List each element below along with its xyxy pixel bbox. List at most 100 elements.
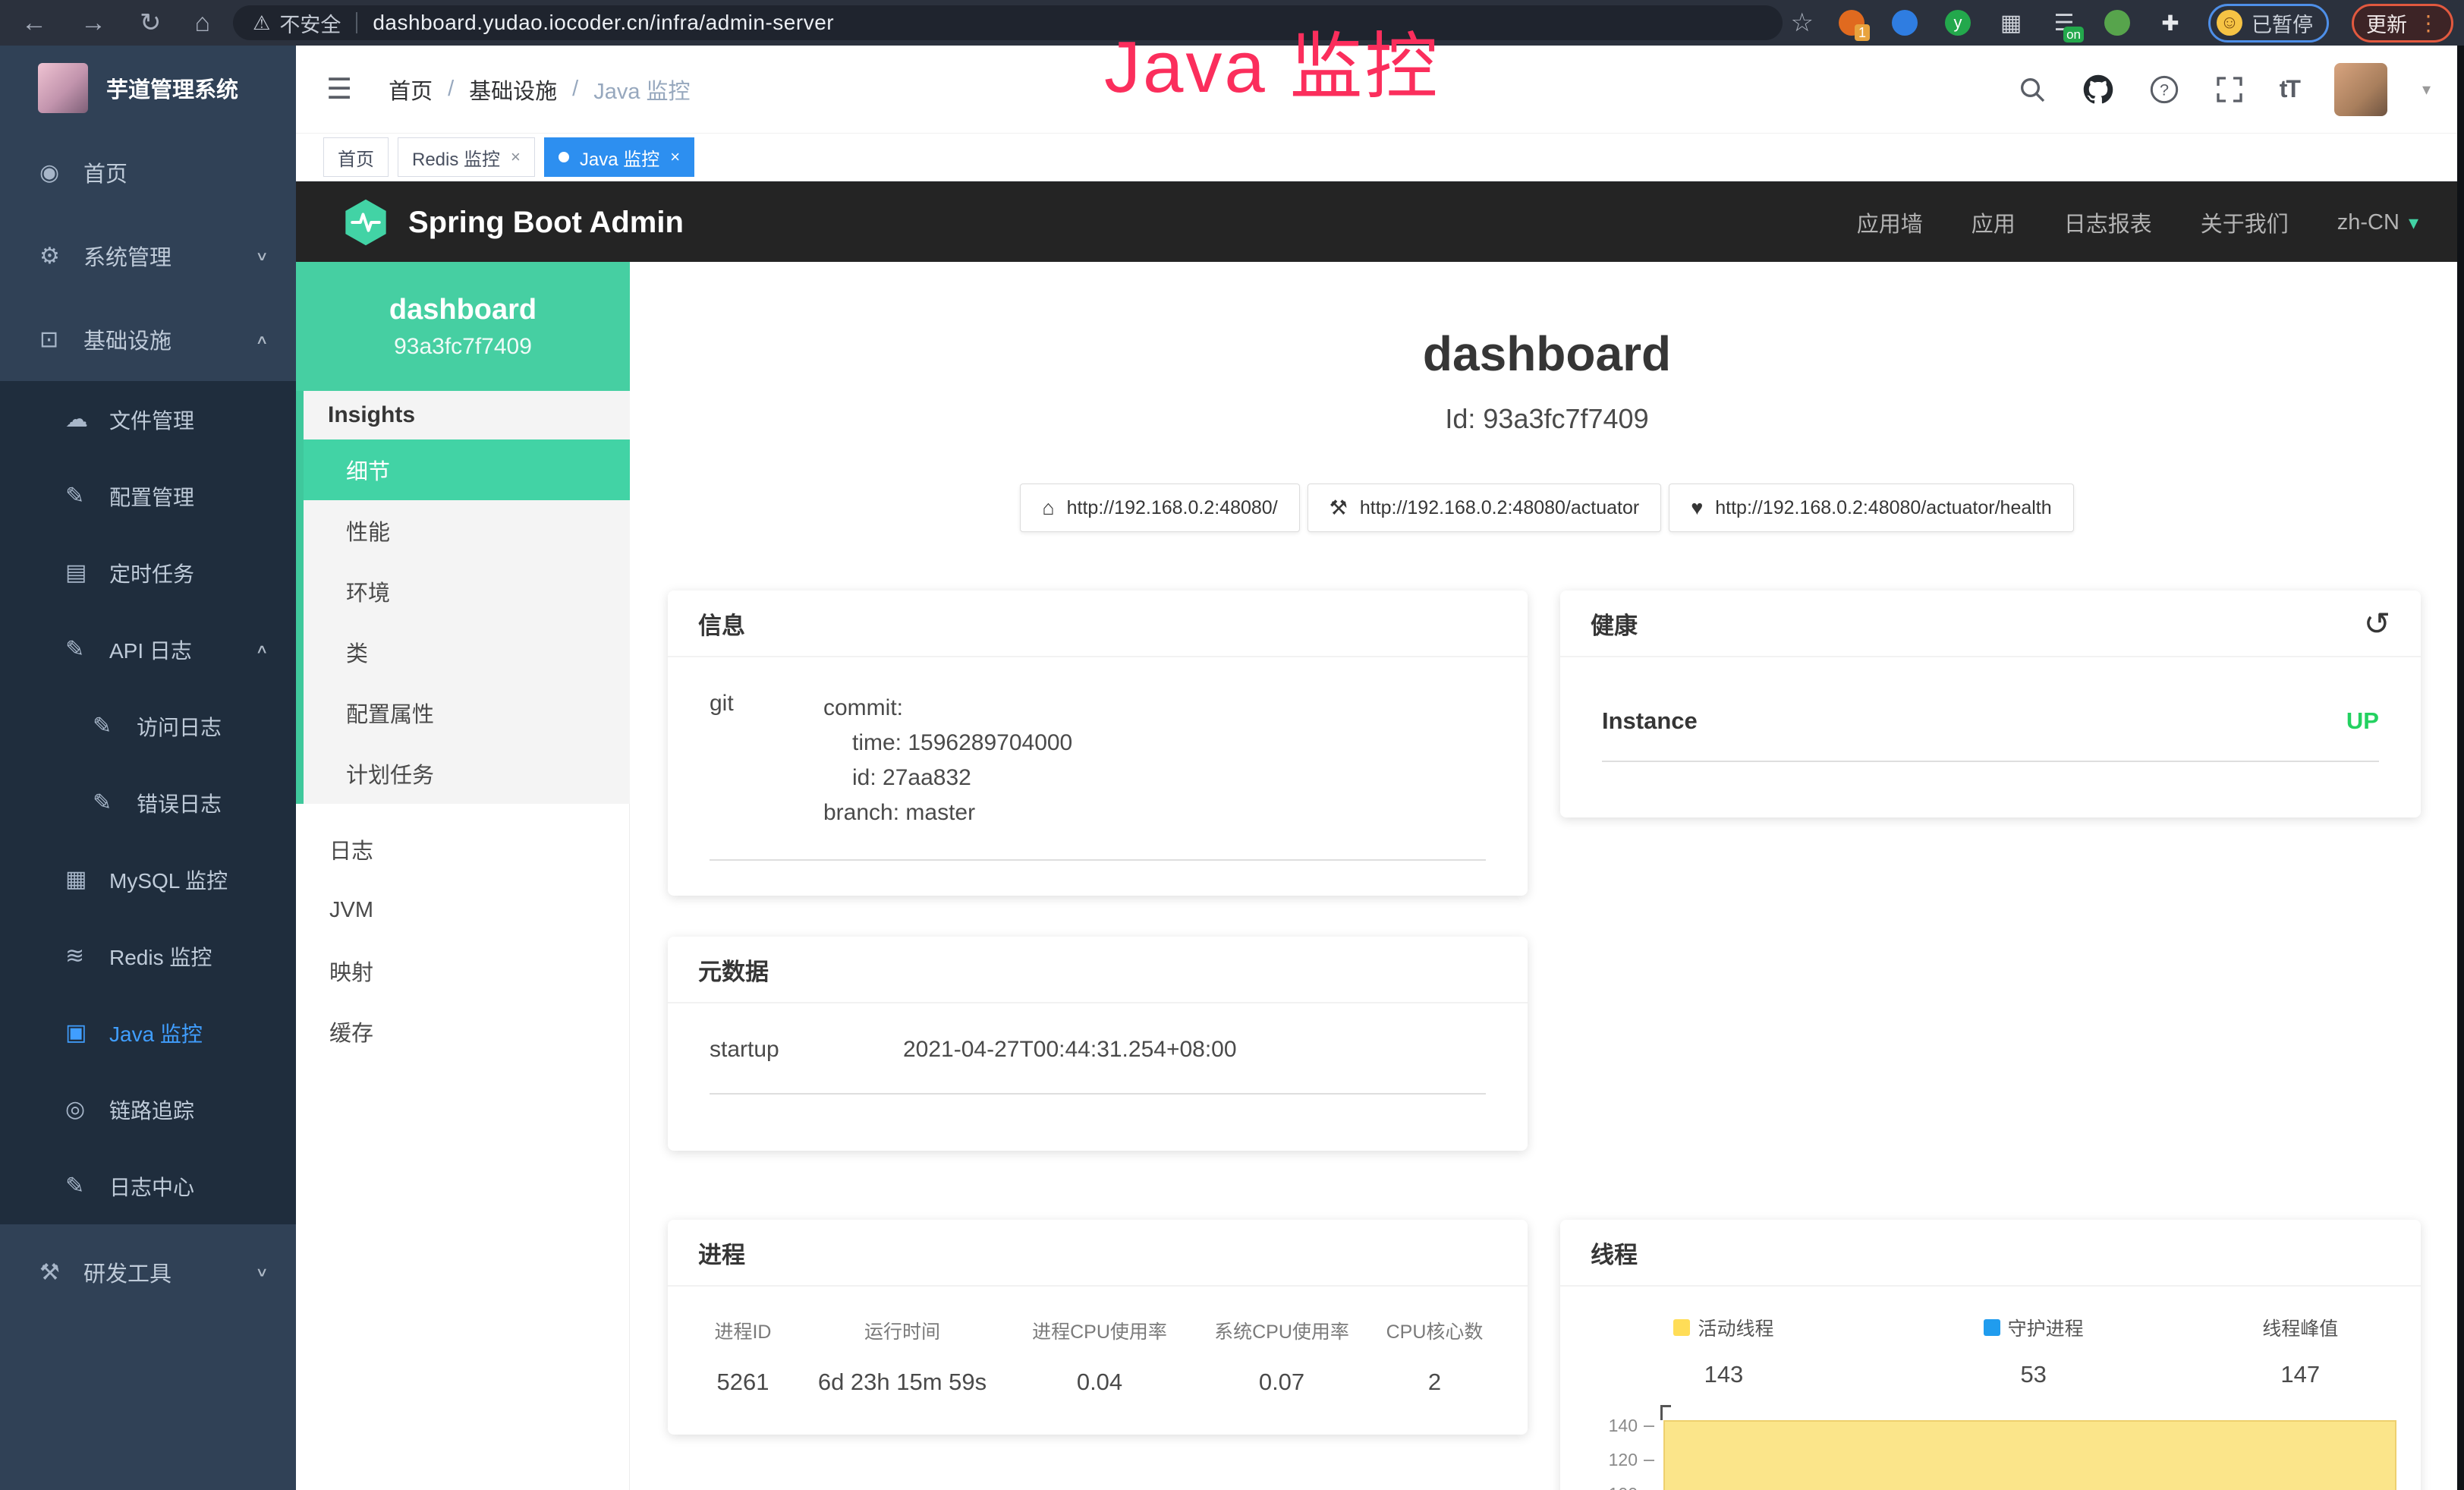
sba-nav-journal[interactable]: 日志报表 (2064, 206, 2152, 238)
threads-card-title: 线程 (1560, 1220, 2421, 1287)
font-size-icon[interactable]: tT (2280, 75, 2299, 103)
instance-name: dashboard (389, 294, 537, 326)
sidebar-item-config[interactable]: ✎ 配置管理 (0, 458, 296, 534)
heart-icon: ♥ (1691, 496, 1703, 520)
sba-item-mappings[interactable]: 映射 (296, 940, 630, 1001)
tab-home[interactable]: 首页 (323, 137, 389, 177)
forward-icon[interactable]: → (80, 10, 106, 36)
app-logo-row[interactable]: 芋道管理系统 (0, 46, 296, 131)
metadata-value: 2021-04-27T00:44:31.254+08:00 (903, 1037, 1237, 1063)
search-icon[interactable] (2017, 74, 2047, 105)
sba-nav-applications[interactable]: 应用 (1972, 206, 2016, 238)
back-icon[interactable]: ← (21, 10, 47, 36)
info-card: 信息 git commit: time: 1596289704000 id: 2… (668, 591, 1528, 896)
security-label[interactable]: 不安全 (279, 8, 341, 38)
fullscreen-icon[interactable] (2214, 74, 2245, 105)
sba-item-logs[interactable]: 日志 (296, 819, 630, 880)
browser-home-icon[interactable]: ⌂ (195, 10, 211, 36)
avatar-caret-icon[interactable]: ▾ (2422, 80, 2431, 99)
extensions-puzzle-icon[interactable]: ✚ (2155, 8, 2186, 38)
instance-header[interactable]: dashboard 93a3fc7f7409 (296, 262, 630, 391)
legend-live-threads: 活动线程 (1560, 1314, 1887, 1341)
sba-item-jvm[interactable]: JVM (296, 880, 630, 940)
breadcrumb-separator: / (448, 77, 454, 102)
sidebar-item-system[interactable]: ⚙ 系统管理 ∨ (0, 214, 296, 298)
github-icon[interactable] (2082, 74, 2114, 106)
extension-pin-icon[interactable] (1890, 8, 1920, 38)
sidebar-item-api-logs[interactable]: ✎ API 日志 ∧ (0, 611, 296, 688)
extension-badge: 1 (1855, 24, 1870, 41)
page-scrollbar[interactable] (2457, 46, 2464, 1490)
locale-selector[interactable]: zh-CN ▾ (2337, 210, 2418, 235)
sidebar-item-log-center[interactable]: ✎ 日志中心 (0, 1148, 296, 1224)
close-icon[interactable]: × (511, 147, 521, 167)
health-row-instance[interactable]: Instance UP (1602, 707, 2379, 762)
tab-java-monitor[interactable]: Java 监控 × (544, 137, 694, 177)
sidebar-item-redis[interactable]: ≋ Redis 监控 (0, 918, 296, 994)
sba-nav-wallboard[interactable]: 应用墙 (1857, 206, 1923, 238)
sba-item-metrics[interactable]: 性能 (304, 500, 630, 561)
app-logo (38, 63, 88, 113)
sidebar-item-dev-tools[interactable]: ⚒ 研发工具 ∨ (0, 1230, 296, 1314)
sba-sidebar: dashboard 93a3fc7f7409 Insights 细节 性能 环境… (296, 262, 630, 1490)
profile-paused-chip[interactable]: ☺ 已暂停 (2208, 4, 2329, 43)
sba-sidebar-items: 日志 JVM 映射 缓存 (296, 804, 630, 1062)
user-avatar[interactable] (2334, 63, 2387, 116)
toolbox-icon: ⚒ (39, 1259, 83, 1286)
extension-green-icon[interactable] (2102, 8, 2132, 38)
sba-body: dashboard 93a3fc7f7409 Insights 细节 性能 环境… (296, 262, 2464, 1490)
browser-nav: ← → ↻ ⌂ (21, 10, 210, 36)
process-table-row: 5261 6d 23h 15m 59s 0.04 0.07 2 (686, 1369, 1509, 1396)
collapse-sidebar-icon[interactable]: ☰ (326, 72, 352, 106)
sba-item-classes[interactable]: 类 (304, 622, 630, 682)
sidebar-item-infra[interactable]: ⊡ 基础设施 ∧ (0, 298, 296, 381)
service-url-button[interactable]: ⌂ http://192.168.0.2:48080/ (1020, 484, 1299, 532)
help-icon[interactable]: ? (2149, 74, 2179, 105)
sidebar-item-jobs[interactable]: ▤ 定时任务 (0, 534, 296, 611)
sba-item-caches[interactable]: 缓存 (296, 1001, 630, 1062)
annotation-text: Java 监控 (1104, 8, 1440, 113)
bookmark-star-icon[interactable]: ☆ (1791, 8, 1814, 38)
sidebar-item-tracing[interactable]: ◎ 链路追踪 (0, 1071, 296, 1148)
sidebar-item-java-monitor[interactable]: ▣ Java 监控 (0, 994, 296, 1071)
close-icon[interactable]: × (670, 147, 680, 167)
sidebar-item-access-logs[interactable]: ✎ 访问日志 (0, 688, 296, 764)
sba-nav: 应用墙 应用 日志报表 关于我们 zh-CN ▾ (1857, 206, 2418, 238)
sba-item-environment[interactable]: 环境 (304, 561, 630, 622)
sidebar-item-mysql[interactable]: ▦ MySQL 监控 (0, 841, 296, 918)
breadcrumb-separator: / (572, 77, 578, 102)
app-title: 芋道管理系统 (106, 72, 238, 104)
eye-icon: ◎ (65, 1096, 109, 1123)
screen: ← → ↻ ⌂ ⚠ 不安全 dashboard.yudao.iocoder.cn… (0, 0, 2464, 1490)
history-icon[interactable]: ↺ (2364, 605, 2390, 642)
extension-on-icon[interactable]: ☰ on (2049, 8, 2079, 38)
breadcrumb-infra[interactable]: 基础设施 (469, 74, 557, 106)
health-url-button[interactable]: ♥ http://192.168.0.2:48080/actuator/heal… (1669, 484, 2073, 532)
cloud-icon: ☁ (65, 406, 109, 433)
sba-item-config-props[interactable]: 配置属性 (304, 682, 630, 743)
extension-orange-icon[interactable]: 1 (1836, 8, 1867, 38)
update-label: 更新 (2366, 8, 2407, 38)
browser-menu-icon[interactable]: ⋮ (2418, 11, 2439, 36)
tab-redis-monitor[interactable]: Redis 监控 × (398, 137, 535, 177)
extension-y-icon[interactable]: y (1943, 8, 1973, 38)
chevron-up-icon: ∧ (255, 641, 269, 657)
url-text[interactable]: dashboard.yudao.iocoder.cn/infra/admin-s… (373, 11, 834, 35)
breadcrumb-home[interactable]: 首页 (389, 74, 433, 106)
extension-grid-icon[interactable]: ▦ (1996, 8, 2026, 38)
process-cpu: 0.04 (1005, 1369, 1194, 1396)
sba-nav-about[interactable]: 关于我们 (2201, 206, 2289, 238)
metadata-row-startup: startup 2021-04-27T00:44:31.254+08:00 (710, 1037, 1486, 1095)
address-bar[interactable]: ⚠ 不安全 dashboard.yudao.iocoder.cn/infra/a… (233, 5, 1783, 40)
sidebar-item-error-logs[interactable]: ✎ 错误日志 (0, 764, 296, 841)
update-button[interactable]: 更新 ⋮ (2352, 4, 2453, 43)
reload-icon[interactable]: ↻ (140, 10, 162, 36)
sba-brand[interactable]: Spring Boot Admin (408, 206, 684, 240)
sidebar-item-home[interactable]: ◉ 首页 (0, 131, 296, 214)
sba-item-scheduled-tasks[interactable]: 计划任务 (304, 743, 630, 804)
health-card: 健康 ↺ Instance UP (1560, 591, 2421, 817)
header-actions: ? tT ▾ (2017, 63, 2431, 116)
sidebar-item-files[interactable]: ☁ 文件管理 (0, 381, 296, 458)
actuator-url-button[interactable]: ⚒ http://192.168.0.2:48080/actuator (1308, 484, 1662, 532)
sba-item-details[interactable]: 细节 (304, 439, 630, 500)
